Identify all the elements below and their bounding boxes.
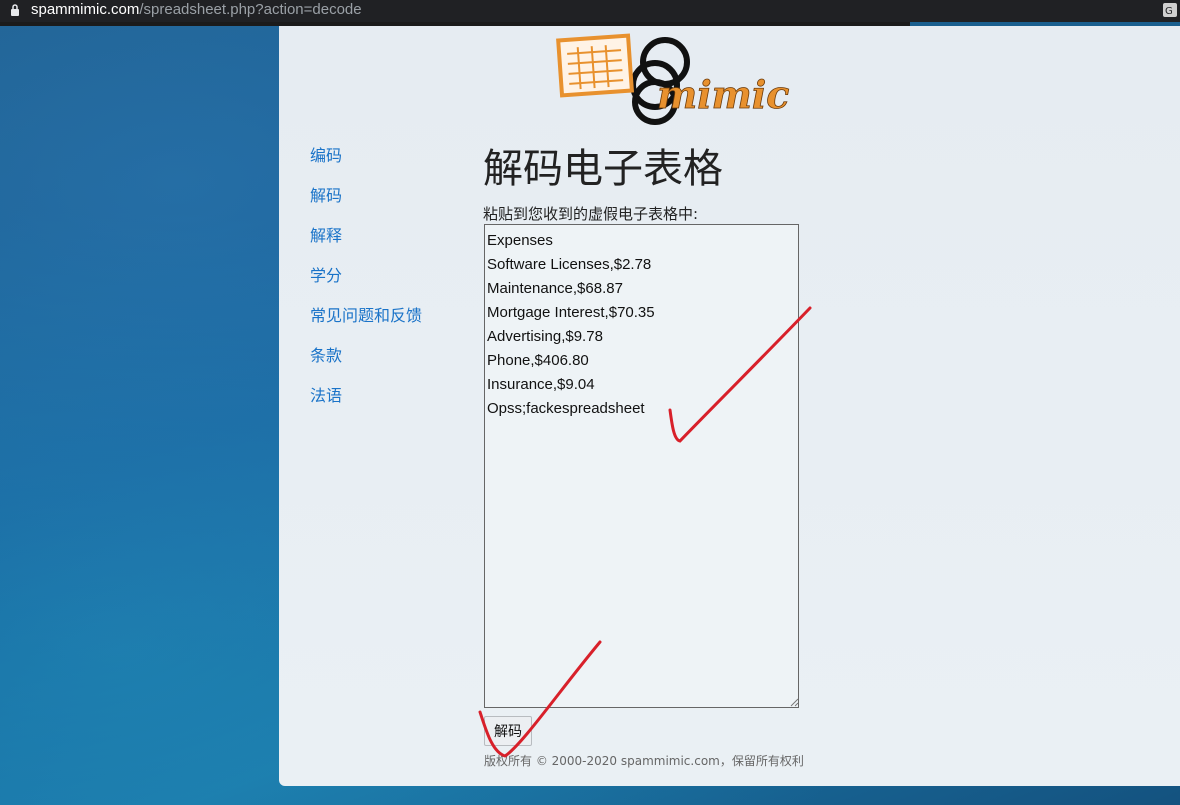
resize-grip-icon[interactable] bbox=[789, 697, 799, 707]
copyright-notice: 版权所有 © 2000-2020 spammimic.com，保留所有权利 bbox=[484, 754, 804, 768]
logo-text: mimic bbox=[657, 72, 789, 117]
address-url[interactable]: spammimic.com/spreadsheet.php?action=dec… bbox=[31, 1, 362, 18]
svg-text:G: G bbox=[1165, 6, 1173, 17]
nav-link-french[interactable]: 法语 bbox=[310, 385, 422, 425]
sidebar-nav: 编码 解码 解释 学分 常见问题和反馈 条款 法语 bbox=[310, 145, 422, 425]
nav-link-credits[interactable]: 学分 bbox=[310, 265, 422, 305]
nav-link-decode[interactable]: 解码 bbox=[310, 185, 422, 225]
page-title: 解码电子表格 bbox=[483, 146, 723, 192]
lock-icon bbox=[11, 4, 19, 16]
browser-address-bar[interactable]: spammimic.com/spreadsheet.php?action=dec… bbox=[0, 0, 1180, 22]
nav-link-faq-feedback[interactable]: 常见问题和反馈 bbox=[310, 305, 422, 345]
spreadsheet-input-label: 粘贴到您收到的虚假电子表格中: bbox=[483, 205, 699, 223]
translate-icon[interactable]: G bbox=[1162, 2, 1178, 18]
spammimic-logo: mimic bbox=[556, 33, 790, 125]
nav-link-encode[interactable]: 编码 bbox=[310, 145, 422, 185]
url-host: spammimic.com bbox=[31, 1, 140, 18]
nav-link-explanation[interactable]: 解释 bbox=[310, 225, 422, 265]
decode-button[interactable]: 解码 bbox=[484, 716, 532, 746]
url-path: /spreadsheet.php?action=decode bbox=[139, 1, 362, 18]
spreadsheet-textarea[interactable]: Expenses Software Licenses,$2.78 Mainten… bbox=[484, 224, 799, 708]
nav-link-terms[interactable]: 条款 bbox=[310, 345, 422, 385]
